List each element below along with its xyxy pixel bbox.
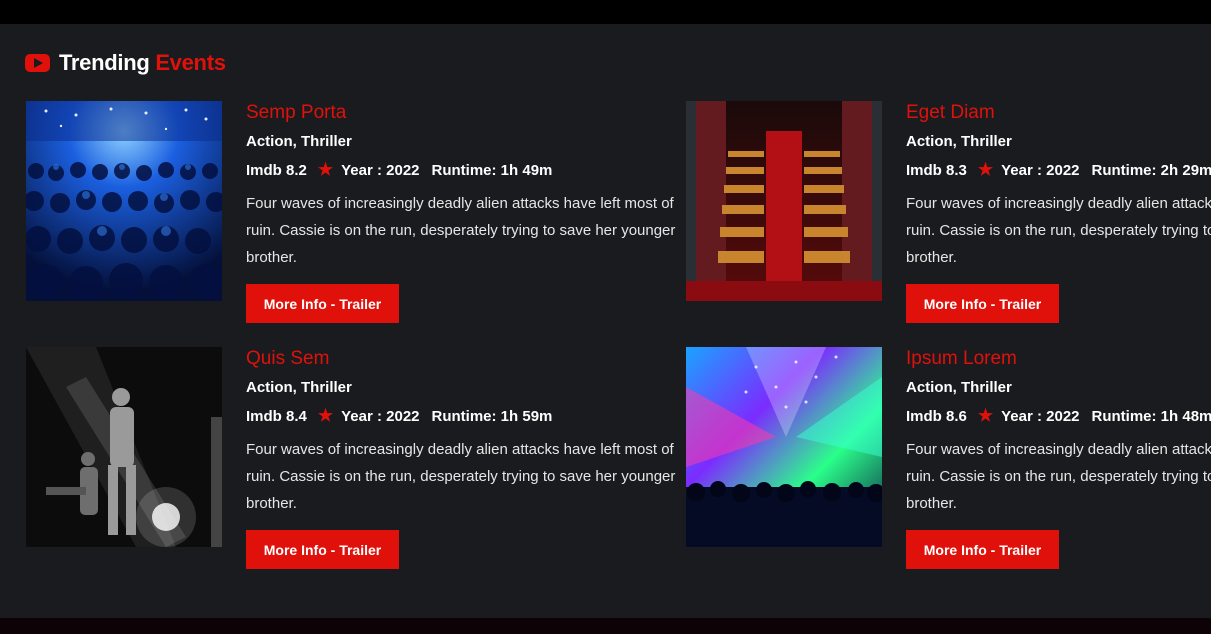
event-card: Ipsum Lorem Action, Thriller Imdb 8.6 ★ … xyxy=(686,347,1211,587)
event-imdb: Imdb 8.3 xyxy=(906,161,967,179)
event-thumbnail[interactable] xyxy=(26,347,222,547)
event-meta: Imdb 8.2 ★ Year : 2022 Runtime: 1h 49m xyxy=(246,160,552,180)
star-icon: ★ xyxy=(317,406,334,425)
more-info-trailer-button[interactable]: More Info - Trailer xyxy=(246,530,399,569)
event-thumbnail[interactable] xyxy=(686,101,882,301)
event-thumbnail[interactable] xyxy=(686,347,882,547)
event-genre: Action, Thriller xyxy=(906,379,1012,396)
event-thumbnail[interactable] xyxy=(26,101,222,301)
event-runtime: Runtime: 1h 49m xyxy=(431,161,553,179)
event-runtime: Runtime: 1h 48m xyxy=(1091,407,1211,425)
star-icon: ★ xyxy=(317,160,334,179)
event-year: Year : 2022 xyxy=(341,161,420,179)
event-card: Semp Porta Action, Thriller Imdb 8.2 ★ Y… xyxy=(26,101,686,341)
event-title[interactable]: Eget Diam xyxy=(906,102,995,124)
event-imdb: Imdb 8.4 xyxy=(246,407,307,425)
event-description: Four waves of increasingly deadly alien … xyxy=(246,441,676,512)
event-card: Quis Sem Action, Thriller Imdb 8.4 ★ Yea… xyxy=(26,347,686,587)
event-title[interactable]: Semp Porta xyxy=(246,102,346,124)
event-runtime: Runtime: 1h 59m xyxy=(431,407,553,425)
event-card: Eget Diam Action, Thriller Imdb 8.3 ★ Ye… xyxy=(686,101,1211,341)
event-imdb: Imdb 8.2 xyxy=(246,161,307,179)
event-runtime: Runtime: 2h 29m xyxy=(1091,161,1211,179)
event-genre: Action, Thriller xyxy=(906,133,1012,150)
event-genre: Action, Thriller xyxy=(246,133,352,150)
event-genre: Action, Thriller xyxy=(246,379,352,396)
event-title[interactable]: Ipsum Lorem xyxy=(906,348,1017,370)
more-info-trailer-button[interactable]: More Info - Trailer xyxy=(906,284,1059,323)
event-year: Year : 2022 xyxy=(1001,161,1080,179)
star-icon: ★ xyxy=(977,160,994,179)
event-year: Year : 2022 xyxy=(1001,407,1080,425)
event-description: Four waves of increasingly deadly alien … xyxy=(906,195,1211,266)
more-info-trailer-button[interactable]: More Info - Trailer xyxy=(906,530,1059,569)
events-grid: Semp Porta Action, Thriller Imdb 8.2 ★ Y… xyxy=(0,0,1211,634)
event-year: Year : 2022 xyxy=(341,407,420,425)
event-imdb: Imdb 8.6 xyxy=(906,407,967,425)
bottom-bar xyxy=(0,618,1211,634)
event-meta: Imdb 8.6 ★ Year : 2022 Runtime: 1h 48m xyxy=(906,406,1211,426)
event-description: Four waves of increasingly deadly alien … xyxy=(906,441,1211,512)
event-meta: Imdb 8.3 ★ Year : 2022 Runtime: 2h 29m xyxy=(906,160,1211,180)
event-meta: Imdb 8.4 ★ Year : 2022 Runtime: 1h 59m xyxy=(246,406,552,426)
event-title[interactable]: Quis Sem xyxy=(246,348,329,370)
star-icon: ★ xyxy=(977,406,994,425)
more-info-trailer-button[interactable]: More Info - Trailer xyxy=(246,284,399,323)
event-description: Four waves of increasingly deadly alien … xyxy=(246,195,676,266)
